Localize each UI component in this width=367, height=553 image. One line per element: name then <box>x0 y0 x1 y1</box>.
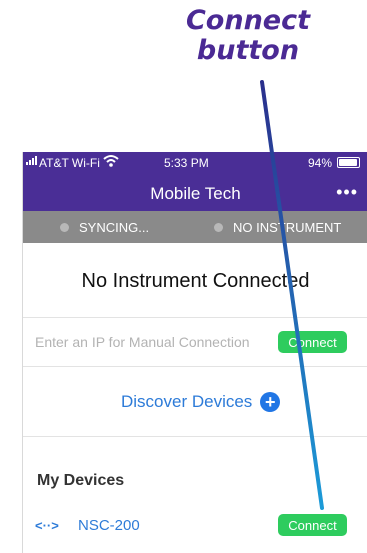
sync-status-label: SYNCING... <box>79 220 150 235</box>
wifi-icon <box>103 154 119 171</box>
plus-circle-icon: + <box>260 392 281 412</box>
instrument-status-label: NO INSTRUMENT <box>233 220 342 235</box>
status-bar: AT&T Wi-Fi 5:33 PM 94% <box>23 152 367 173</box>
connection-heading: No Instrument Connected <box>81 270 310 292</box>
device-connect-button[interactable]: Connect <box>278 514 347 536</box>
more-options-icon[interactable]: ••• <box>336 182 358 203</box>
battery-icon <box>337 157 360 168</box>
manual-connect-button[interactable]: Connect <box>278 331 347 353</box>
discover-devices-button[interactable]: Discover Devices + <box>121 392 281 412</box>
ip-address-input[interactable] <box>35 328 263 356</box>
callout-line-2: button <box>196 35 300 66</box>
device-name-label[interactable]: NSC-200 <box>78 517 140 534</box>
callout-line-1: Connect <box>185 5 311 36</box>
divider <box>23 317 367 318</box>
discover-devices-label: Discover Devices <box>121 392 253 411</box>
divider <box>23 366 367 367</box>
instrument-status-dot-icon <box>214 223 223 232</box>
battery-percent: 94% <box>308 156 333 170</box>
divider <box>23 436 367 437</box>
carrier-label: AT&T Wi-Fi <box>39 156 100 170</box>
clock-label: 5:33 PM <box>164 156 209 170</box>
phone-screen: AT&T Wi-Fi 5:33 PM 94% Mobile Tech ••• S… <box>22 152 367 553</box>
network-device-icon: <··> <box>35 518 59 533</box>
sync-status-bar: SYNCING... NO INSTRUMENT <box>23 211 367 243</box>
my-devices-title: My Devices <box>37 472 125 489</box>
page-title: Mobile Tech <box>150 184 241 203</box>
nav-bar: Mobile Tech ••• <box>23 173 367 211</box>
callout-label: Connect button <box>178 6 318 66</box>
sync-status-dot-icon <box>60 223 69 232</box>
signal-icon <box>26 156 37 165</box>
